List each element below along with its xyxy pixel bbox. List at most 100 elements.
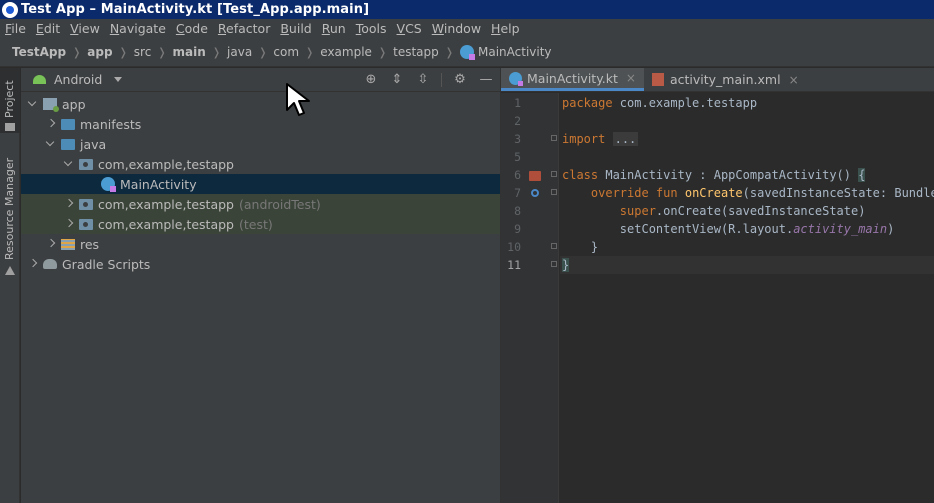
project-panel-header: Android ⊕ ⇕ ⇳ ⚙ —: [21, 68, 500, 92]
menu-window[interactable]: Window: [427, 21, 486, 36]
line-number: 7: [514, 186, 521, 200]
kotlin-class-icon: [101, 177, 116, 192]
mouse-cursor-icon: [286, 83, 310, 116]
chevron-right-icon[interactable]: [63, 214, 75, 234]
breadcrumb-item-src[interactable]: src ❭: [134, 45, 173, 59]
menu-build[interactable]: Build: [275, 21, 316, 36]
tree-item-suffix: (androidTest): [238, 196, 321, 212]
gear-icon[interactable]: ⚙: [452, 72, 468, 88]
expand-all-icon[interactable]: ⇕: [389, 72, 405, 88]
tree-item-app[interactable]: app: [21, 94, 500, 114]
breadcrumb-item-example[interactable]: example ❭: [320, 45, 393, 59]
fold-icon[interactable]: [551, 243, 557, 249]
left-tool-strip: [0, 68, 20, 503]
menu-edit[interactable]: Edit: [31, 21, 65, 36]
toolbar-separator: [441, 73, 442, 87]
fold-icon[interactable]: [551, 135, 557, 141]
breadcrumb-item-com[interactable]: com ❭: [273, 45, 320, 59]
line-number: 1: [514, 96, 521, 110]
folder-icon: [5, 123, 15, 131]
override-gutter-icon[interactable]: [531, 189, 539, 197]
chevron-right-icon[interactable]: [45, 114, 57, 134]
code-area[interactable]: package com.example.testapp import ... c…: [560, 93, 934, 503]
tab-mainactivity-kt[interactable]: MainActivity.kt ×: [501, 68, 644, 91]
tab-label: activity_main.xml: [669, 72, 781, 87]
fold-icon[interactable]: [551, 189, 557, 195]
menu-vcs[interactable]: VCS: [392, 21, 427, 36]
layout-file-gutter-icon[interactable]: [529, 171, 541, 181]
menu-help[interactable]: Help: [486, 21, 525, 36]
fold-icon[interactable]: [551, 171, 557, 177]
tree-item-label: Gradle Scripts: [62, 256, 151, 272]
tree-item-label: com,example,testapp: [98, 216, 234, 232]
project-panel: Android ⊕ ⇕ ⇳ ⚙ — app manifests java com…: [21, 68, 500, 503]
fold-icon[interactable]: [551, 261, 557, 267]
tree-item-label: MainActivity: [120, 176, 197, 192]
tree-item-label: java: [80, 136, 107, 152]
view-mode-select[interactable]: Android: [54, 72, 102, 87]
folder-icon: [61, 138, 75, 150]
tab-activity-main-xml[interactable]: activity_main.xml ×: [644, 68, 807, 91]
resource-folder-icon: [61, 238, 75, 250]
menu-navigate[interactable]: Navigate: [105, 21, 171, 36]
xml-file-icon: [651, 73, 664, 86]
locate-icon[interactable]: ⊕: [363, 72, 379, 88]
line-number: 5: [514, 150, 521, 164]
tree-item-mainactivity[interactable]: MainActivity: [21, 174, 500, 194]
breadcrumb-item-main[interactable]: main ❭: [173, 45, 227, 59]
tree-item-label: manifests: [80, 116, 142, 132]
package-icon: [79, 218, 93, 230]
breadcrumb-item-app[interactable]: app ❭: [87, 45, 134, 59]
line-number: 6: [514, 168, 521, 182]
module-icon: [43, 98, 59, 112]
window-title: Test App – MainActivity.kt [Test_App.app…: [21, 2, 370, 17]
collapse-all-icon[interactable]: ⇳: [415, 72, 431, 88]
tab-project[interactable]: Project: [0, 68, 20, 133]
minimize-icon[interactable]: —: [478, 72, 494, 88]
tree-item-suffix: (test): [238, 216, 273, 232]
tree-item-package-main[interactable]: com,example,testapp: [21, 154, 500, 174]
close-icon[interactable]: ×: [789, 73, 799, 87]
code-line: class MainActivity : AppCompatActivity()…: [562, 168, 866, 182]
menu-bar: File Edit View Navigate Code Refactor Bu…: [0, 19, 934, 38]
chevron-down-icon[interactable]: [114, 77, 123, 82]
code-line: override fun onCreate(savedInstanceState…: [590, 186, 934, 200]
breadcrumb-item-java[interactable]: java ❭: [227, 45, 273, 59]
tree-item-manifests[interactable]: manifests: [21, 114, 500, 134]
tree-item-label: app: [62, 96, 86, 112]
chevron-right-icon[interactable]: [63, 194, 75, 214]
line-number: 11: [507, 258, 521, 272]
tree-item-package-test[interactable]: com,example,testapp (test): [21, 214, 500, 234]
tree-item-res[interactable]: res: [21, 234, 500, 254]
menu-code[interactable]: Code: [171, 21, 213, 36]
tree-item-gradle-scripts[interactable]: Gradle Scripts: [21, 254, 500, 274]
folder-icon: [61, 118, 75, 130]
code-line: setContentView(R.layout.activity_main): [619, 222, 895, 236]
line-number: 3: [514, 132, 521, 146]
menu-file[interactable]: File: [0, 21, 31, 36]
tree-item-package-androidtest[interactable]: com,example,testapp (androidTest): [21, 194, 500, 214]
gradle-icon: [43, 259, 57, 269]
chevron-down-icon[interactable]: [45, 134, 57, 154]
breadcrumb-item-testapp[interactable]: TestApp ❭: [12, 45, 87, 59]
code-line-current: }: [560, 256, 934, 274]
code-line: import ...: [562, 132, 639, 146]
close-icon[interactable]: ×: [626, 71, 636, 85]
menu-run[interactable]: Run: [317, 21, 351, 36]
menu-tools[interactable]: Tools: [351, 21, 392, 36]
folded-imports[interactable]: ...: [612, 132, 639, 146]
breadcrumb-item-testapp-pkg[interactable]: testapp ❭: [393, 45, 460, 59]
chevron-down-icon[interactable]: [63, 154, 75, 174]
chevron-right-icon[interactable]: [27, 254, 39, 274]
breadcrumb-item-mainactivity[interactable]: MainActivity: [460, 45, 552, 60]
tab-resource-manager[interactable]: Resource Manager: [0, 158, 20, 280]
code-editor: MainActivity.kt × activity_main.xml × 1 …: [500, 68, 934, 503]
chevron-down-icon[interactable]: [27, 94, 39, 114]
menu-refactor[interactable]: Refactor: [213, 21, 275, 36]
menu-view[interactable]: View: [65, 21, 105, 36]
code-line: package com.example.testapp: [562, 96, 758, 110]
chevron-right-icon[interactable]: [45, 234, 57, 254]
kotlin-file-icon: [509, 71, 523, 86]
shapes-icon: [5, 266, 15, 275]
tree-item-java[interactable]: java: [21, 134, 500, 154]
